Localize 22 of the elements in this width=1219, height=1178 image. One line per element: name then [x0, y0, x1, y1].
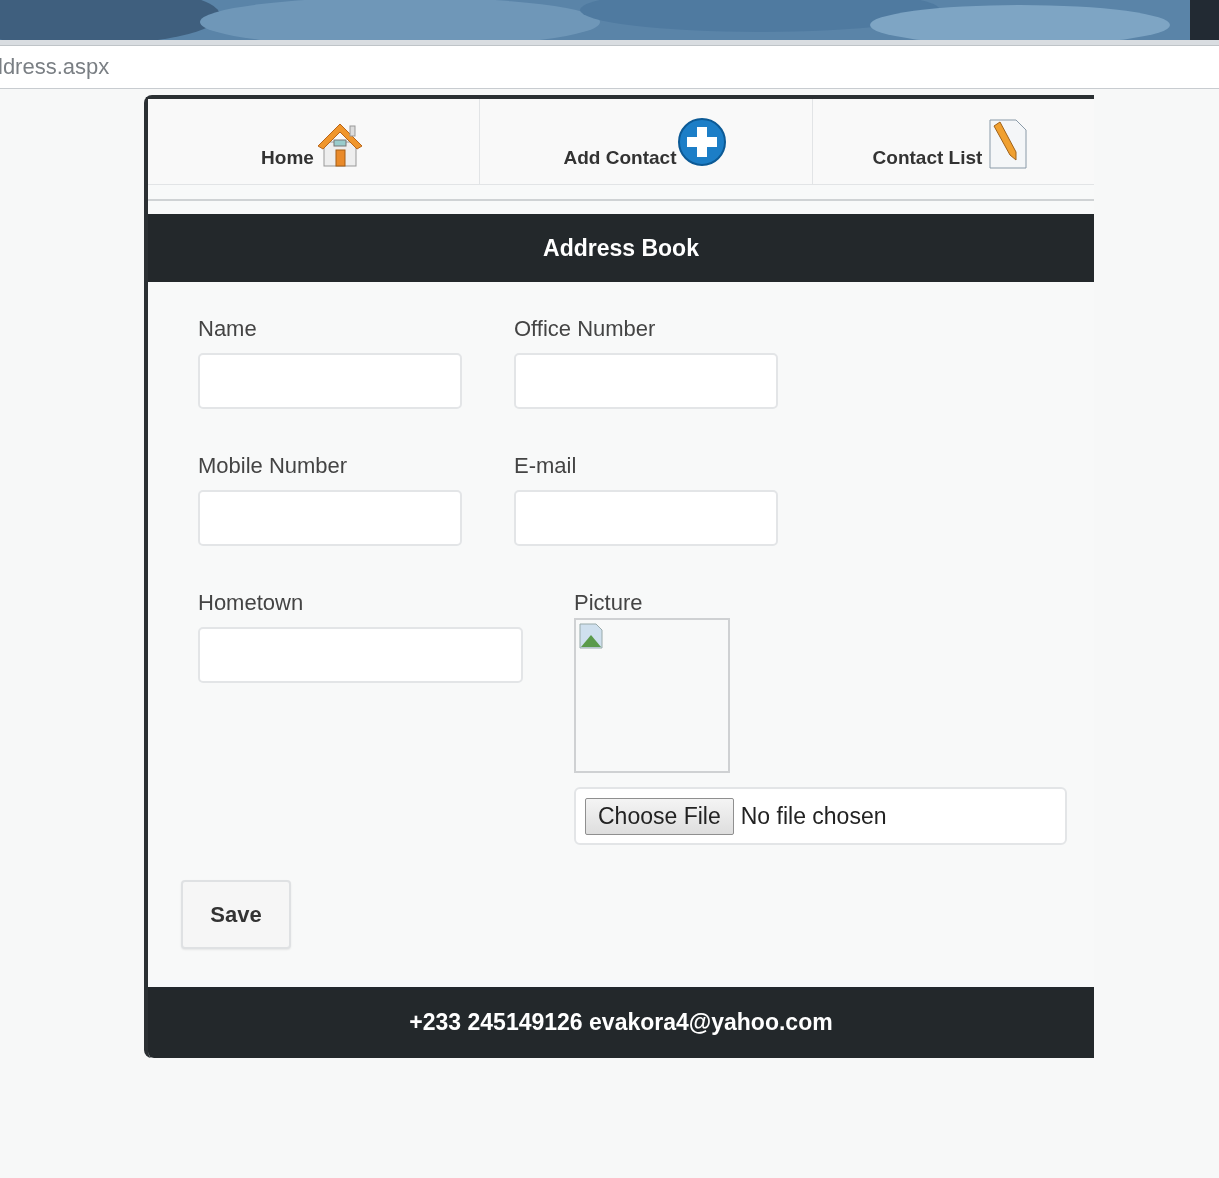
field-label: Office Number	[514, 315, 657, 343]
save-button[interactable]: Save	[181, 880, 291, 949]
input-field[interactable]	[514, 490, 778, 546]
input-field[interactable]	[198, 353, 462, 409]
input-field[interactable]	[198, 490, 462, 546]
field-label: Hometown	[198, 589, 305, 617]
nav-link[interactable]: Contact List	[813, 99, 1094, 184]
page-title: Address Book	[543, 234, 699, 262]
field-label: E-mail	[514, 452, 578, 480]
file-status: No file chosen	[740, 802, 887, 830]
address-bar[interactable]: ldress.aspx	[0, 45, 1219, 89]
nav-link[interactable]: Add Contact	[480, 99, 813, 184]
contact-info: +233 245149126 evakora4@yahoo.com	[409, 1009, 833, 1036]
field-label: Mobile Number	[198, 452, 349, 480]
field-label: Name	[198, 315, 258, 343]
file-input[interactable]: Choose File No file chosen	[574, 787, 1067, 845]
field-label: Picture	[574, 589, 644, 617]
input-field[interactable]	[514, 353, 778, 409]
broken-image-icon	[579, 623, 605, 649]
input-field[interactable]	[198, 627, 523, 683]
nav-link[interactable]: Home	[148, 99, 480, 184]
choose-file-button[interactable]: Choose File	[585, 797, 734, 835]
